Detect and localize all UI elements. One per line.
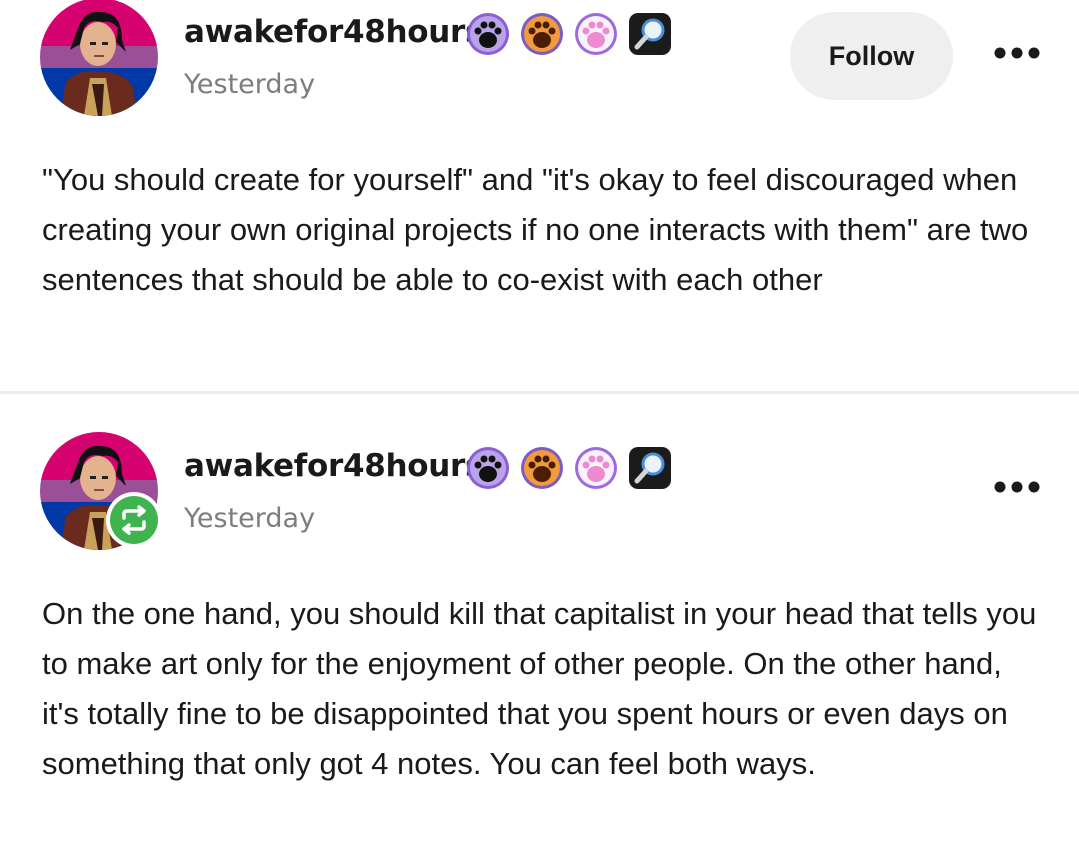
badges <box>466 446 672 490</box>
purple-paw-badge-icon[interactable] <box>466 12 510 56</box>
username[interactable]: awakefor48hours <box>184 448 483 484</box>
orange-paw-badge-icon[interactable] <box>520 446 564 490</box>
pink-paw-badge-icon[interactable] <box>574 12 618 56</box>
post-reblog: awakefor48hours Yesterday On the one han… <box>0 394 1079 848</box>
avatar[interactable] <box>40 0 158 116</box>
magnifier-badge-icon[interactable] <box>628 446 672 490</box>
more-options-button[interactable] <box>988 38 1046 68</box>
more-options-button[interactable] <box>988 472 1046 502</box>
post-body: On the one hand, you should kill that ca… <box>42 596 1037 781</box>
badges <box>466 12 672 56</box>
pink-paw-badge-icon[interactable] <box>574 446 618 490</box>
post-original: awakefor48hours Yesterday Follow "You sh… <box>0 0 1079 392</box>
magnifier-badge-icon[interactable] <box>628 12 672 56</box>
purple-paw-badge-icon[interactable] <box>466 446 510 490</box>
ellipsis-icon <box>994 481 1040 493</box>
orange-paw-badge-icon[interactable] <box>520 12 564 56</box>
reblog-badge <box>106 492 162 548</box>
post-body: "You should create for yourself" and "it… <box>42 162 1029 297</box>
follow-button[interactable]: Follow <box>790 12 953 100</box>
timestamp: Yesterday <box>184 69 316 100</box>
username[interactable]: awakefor48hours <box>184 14 483 50</box>
timestamp: Yesterday <box>184 503 316 534</box>
ellipsis-icon <box>994 47 1040 59</box>
reblog-icon <box>122 505 146 535</box>
